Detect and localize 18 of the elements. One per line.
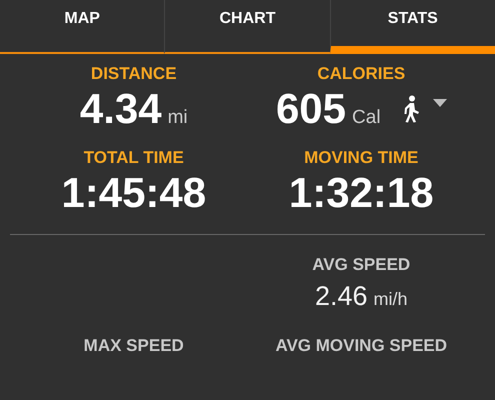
- stat-label: MAX SPEED: [84, 336, 184, 356]
- stat-label: AVG MOVING SPEED: [275, 336, 448, 356]
- stat-value: 1:32:18: [288, 168, 434, 218]
- dropdown-caret-icon[interactable]: [432, 99, 447, 107]
- stat-value: 1:45:48: [61, 168, 206, 218]
- stat-unit: mi: [168, 107, 188, 129]
- tab[interactable]: STATS: [330, 0, 495, 54]
- stat-value: 2.46: [314, 281, 368, 312]
- stat-label: AVG SPEED: [312, 255, 410, 275]
- stat-label: CALORIES: [317, 64, 406, 84]
- stat-label: TOTAL TIME: [84, 148, 184, 168]
- stat-label: MOVING TIME: [304, 148, 418, 168]
- stat-unit: Cal: [352, 107, 381, 129]
- stat-value: 4.34: [80, 84, 162, 134]
- tab[interactable]: CHART: [164, 0, 330, 54]
- stat-value: 605: [276, 84, 346, 134]
- stat-unit: mi/h: [374, 289, 408, 310]
- stat-label: DISTANCE: [90, 64, 177, 84]
